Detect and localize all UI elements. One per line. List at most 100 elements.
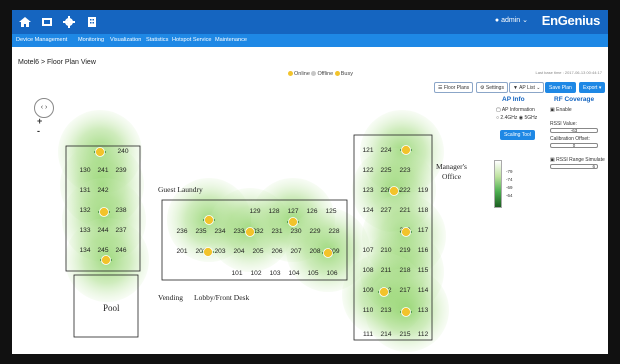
floor-plans-button[interactable]: ☰ Floor Plans bbox=[434, 82, 474, 93]
room-number: 231 bbox=[271, 228, 282, 235]
rssi-color-scale bbox=[494, 160, 502, 208]
calibration-offset-label: Calibration Offset: bbox=[550, 136, 590, 142]
main-menu: Device Management Monitoring Visualizati… bbox=[12, 34, 608, 47]
calibration-offset-slider[interactable]: 0 bbox=[550, 143, 598, 148]
band-selector[interactable]: ○ 2.4GHz ◉ 5GHz bbox=[496, 115, 537, 121]
rf-coverage-heading: RF Coverage bbox=[554, 96, 595, 103]
filter-icon: ▼ bbox=[513, 85, 518, 91]
rssi-range-label: RSSI Range Simulate bbox=[556, 157, 605, 163]
room-number: 213 bbox=[380, 307, 391, 314]
menu-statistics[interactable]: Statistics bbox=[146, 37, 168, 43]
room-number: 103 bbox=[269, 270, 280, 277]
room-number: 211 bbox=[381, 267, 392, 274]
room-number: 208 bbox=[309, 248, 320, 255]
user-menu[interactable]: ● admin ⌄ bbox=[495, 16, 528, 24]
room-number: 126 bbox=[306, 208, 317, 215]
ap-info-heading: AP Info bbox=[502, 96, 525, 103]
room-number: 233 bbox=[233, 228, 244, 235]
band-label: 2.4GHz ◉ 5GHz bbox=[500, 115, 538, 121]
settings-label: Settings bbox=[485, 85, 504, 91]
room-number: 218 bbox=[399, 267, 410, 274]
room-number: 119 bbox=[418, 187, 429, 194]
room-number: 112 bbox=[418, 331, 429, 338]
room-number: 113 bbox=[418, 307, 429, 314]
room-number: 128 bbox=[268, 208, 279, 215]
ap-list-button[interactable]: ▼ AP List ⌄ bbox=[509, 82, 545, 93]
room-number: 129 bbox=[249, 208, 260, 215]
menu-maintenance[interactable]: Maintenance bbox=[215, 37, 247, 43]
room-number: 210 bbox=[380, 247, 391, 254]
room-number: 204 bbox=[233, 248, 244, 255]
room-number: 132 bbox=[79, 207, 90, 214]
rssi-value-label: RSSI Value: bbox=[550, 121, 577, 127]
settings-button[interactable]: ⚙ Settings bbox=[476, 82, 508, 93]
managers-office-label: Manager's bbox=[436, 162, 467, 171]
save-plan-button[interactable]: Save Plan bbox=[545, 82, 576, 93]
managers-office-label-2: Office bbox=[442, 172, 462, 181]
room-number: 244 bbox=[97, 227, 108, 234]
room-number: 105 bbox=[307, 270, 318, 277]
enable-label: Enable bbox=[556, 107, 572, 113]
room-number: 127 bbox=[287, 208, 298, 215]
pool-label: Pool bbox=[103, 303, 120, 313]
menu-monitoring[interactable]: Monitoring bbox=[78, 37, 104, 43]
last-sync-time: Last base time : 2017-06-13 00:44:17 bbox=[535, 70, 603, 75]
room-number: 225 bbox=[380, 167, 391, 174]
room-number: 241 bbox=[97, 167, 108, 174]
online-dot-icon bbox=[288, 71, 293, 77]
lobby-label: Lobby/Front Desk bbox=[194, 293, 249, 302]
room-number: 115 bbox=[418, 267, 429, 274]
ap-information-checkbox[interactable]: ▢ AP Information bbox=[496, 107, 535, 113]
room-number: 122 bbox=[362, 167, 373, 174]
brand-logo: EnGenius bbox=[541, 13, 601, 28]
room-number: 108 bbox=[362, 267, 373, 274]
room-number: 217 bbox=[399, 287, 410, 294]
rssi-range-checkbox[interactable]: ▣ RSSI Range Simulate bbox=[550, 157, 605, 163]
gear-icon: ⚙ bbox=[480, 85, 485, 91]
room-number: 125 bbox=[325, 208, 336, 215]
room-number: 235 bbox=[195, 228, 206, 235]
scale-label: -79 bbox=[506, 169, 513, 174]
export-button[interactable]: Export ▾ bbox=[579, 82, 606, 93]
gear-icon[interactable] bbox=[62, 15, 76, 29]
rssi-range-slider[interactable]: 6 bbox=[550, 164, 598, 169]
home-icon[interactable] bbox=[18, 15, 32, 29]
room-number: 102 bbox=[250, 270, 261, 277]
rssi-value-slider[interactable]: -63 bbox=[550, 128, 598, 133]
list-icon: ☰ bbox=[438, 85, 443, 91]
enable-checkbox[interactable]: ▣ Enable bbox=[550, 107, 572, 113]
top-navigation-bar: ● admin ⌄ EnGenius bbox=[12, 10, 608, 34]
scale-label: -64 bbox=[506, 193, 513, 198]
room-number: 240 bbox=[117, 148, 128, 155]
room-number: 134 bbox=[79, 247, 90, 254]
building-icon[interactable] bbox=[85, 15, 99, 29]
room-number: 130 bbox=[79, 167, 90, 174]
device-icon[interactable] bbox=[40, 15, 54, 29]
room-number: 234 bbox=[214, 228, 225, 235]
guest-laundry-label: Guest Laundry bbox=[158, 185, 203, 194]
status-legend: Online Offline Busy bbox=[288, 71, 353, 77]
room-number: 104 bbox=[288, 270, 299, 277]
room-number: 238 bbox=[115, 207, 126, 214]
vending-label: Vending bbox=[158, 293, 183, 302]
save-plan-label: Save Plan bbox=[549, 85, 572, 91]
menu-device-management[interactable]: Device Management bbox=[16, 37, 67, 43]
room-number: 228 bbox=[328, 228, 339, 235]
legend-offline: Offline bbox=[317, 71, 334, 77]
offline-dot-icon bbox=[311, 71, 317, 77]
room-number: 245 bbox=[97, 247, 108, 254]
room-number: 131 bbox=[79, 187, 90, 194]
room-number: 236 bbox=[176, 228, 187, 235]
room-number: 110 bbox=[363, 307, 374, 314]
room-number: 219 bbox=[399, 247, 410, 254]
menu-hotspot-service[interactable]: Hotspot Service bbox=[172, 37, 211, 43]
room-number: 111 bbox=[363, 331, 373, 338]
menu-visualization[interactable]: Visualization bbox=[110, 37, 141, 43]
ap-information-label: AP Information bbox=[501, 107, 535, 113]
scaling-tool-button[interactable]: Scaling Tool bbox=[500, 130, 535, 140]
room-number: 124 bbox=[362, 207, 373, 214]
room-number: 229 bbox=[309, 228, 320, 235]
room-number: 230 bbox=[290, 228, 301, 235]
room-number: 214 bbox=[380, 331, 391, 338]
room-number: 221 bbox=[399, 207, 410, 214]
